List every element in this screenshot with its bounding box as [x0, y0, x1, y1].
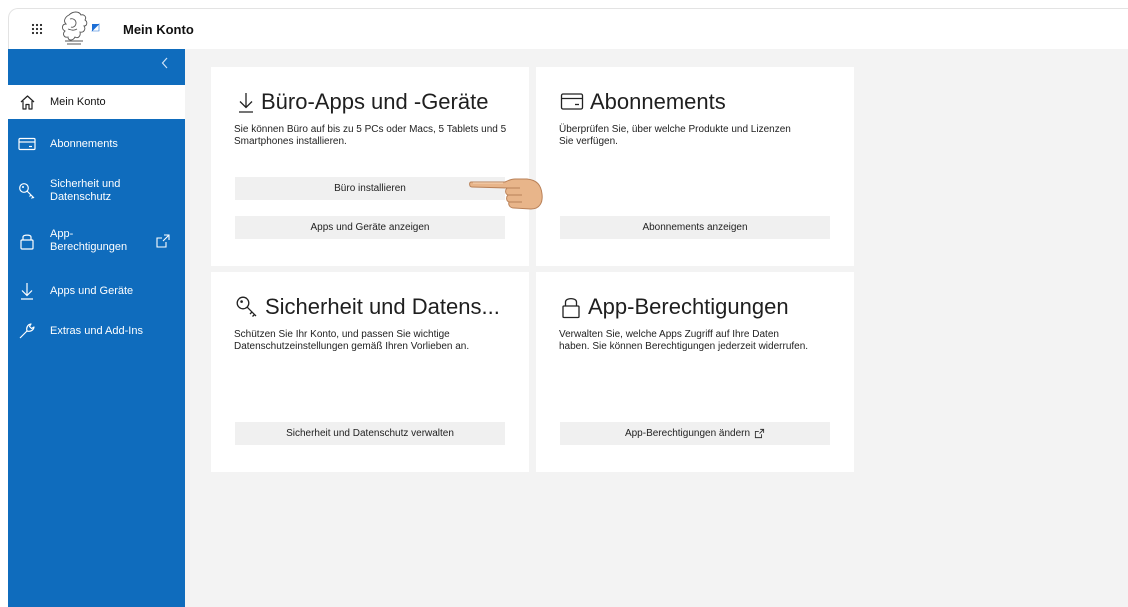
card-title: Abonnements [560, 89, 726, 115]
card-app-permissions: App-Berechtigungen Verwalten Sie, welche… [536, 272, 854, 472]
label-line-1: App- [50, 228, 74, 240]
sidebar-item-mein-konto[interactable]: Mein Konto [8, 85, 185, 119]
label-line-2: Datenschutz [50, 191, 112, 203]
card-description: Überprüfen Sie, über welche Produkte und… [559, 124, 791, 147]
card-description: Verwalten Sie, welche Apps Zugriff auf I… [559, 329, 809, 352]
sidebar-item-label: Mein Konto [50, 95, 106, 108]
pointing-hand-emoji [467, 172, 545, 214]
install-office-button[interactable]: Büro installieren [235, 177, 505, 200]
sidebar-item-label: Apps und Geräte [50, 284, 134, 297]
view-subscriptions-button[interactable]: Abonnements anzeigen [560, 216, 830, 239]
label-line-1: Sicherheit und [50, 178, 121, 190]
key-icon [18, 182, 36, 200]
card-title-text: Abonnements [590, 89, 726, 114]
app-title: Mein Konto [123, 21, 194, 37]
chevron-left-icon [161, 56, 169, 74]
card-icon [18, 135, 36, 153]
zurich-logo[interactable] [59, 9, 109, 49]
sidebar-item-extras[interactable]: Extras und Add-Ins [8, 317, 185, 345]
download-icon [237, 90, 255, 114]
change-app-permissions-button[interactable]: App-Berechtigungen ändern [560, 422, 830, 445]
sidebar-item-app-berechtigungen[interactable]: App- Berechtigungen [8, 221, 185, 261]
button-label: App-Berechtigungen ändern [624, 428, 751, 439]
card-title: Büro-Apps und -Geräte [237, 89, 488, 115]
lock-icon [560, 295, 582, 319]
external-link-icon [754, 428, 765, 439]
card-office-apps: Büro-Apps und -Geräte Sie können Büro au… [211, 67, 529, 266]
wrench-icon [18, 322, 36, 340]
card-description: Schützen Sie Ihr Konto, und passen Sie w… [234, 329, 470, 352]
collapse-sidebar-button[interactable] [155, 55, 175, 75]
card-title: App-Berechtigungen [560, 294, 789, 320]
card-title-text: Büro-Apps und -Geräte [261, 89, 489, 114]
home-icon [18, 93, 36, 111]
download-icon [18, 282, 36, 300]
sidebar-item-abonnements[interactable]: Abonnements [8, 129, 185, 159]
card-title-text: App-Berechtigungen [588, 294, 789, 319]
waffle-icon[interactable] [21, 13, 53, 45]
card-security-privacy: Sicherheit und Datens... Schützen Sie Ih… [211, 272, 529, 472]
card-subscriptions: Abonnements Überprüfen Sie, über welche … [536, 67, 854, 266]
top-header: Mein Konto [8, 8, 1128, 49]
sidebar-item-sicherheit[interactable]: Sicherheit und Datenschutz [8, 171, 185, 211]
card-icon [560, 92, 584, 112]
sidebar-item-label: App- Berechtigungen [50, 228, 127, 254]
sidebar-item-apps-und-geraete[interactable]: Apps und Geräte [8, 277, 185, 305]
main-content: Büro-Apps und -Geräte Sie können Büro au… [185, 49, 1128, 607]
external-link-icon [155, 233, 171, 252]
card-title-text: Sicherheit und Datens... [265, 294, 500, 319]
lock-icon [18, 232, 36, 250]
card-title: Sicherheit und Datens... [235, 294, 500, 320]
sidebar-item-label: Sicherheit und Datenschutz [50, 178, 120, 204]
app-window: Mein Konto Mein Konto Abonnements Sicher… [0, 0, 1128, 607]
sidebar: Mein Konto Abonnements Sicherheit und Da… [8, 49, 185, 607]
sidebar-item-label: Abonnements [50, 137, 118, 150]
sidebar-item-label: Extras und Add-Ins [50, 324, 143, 337]
key-icon [235, 295, 259, 319]
label-line-2: Berechtigungen [50, 241, 128, 253]
manage-security-privacy-button[interactable]: Sicherheit und Datenschutz verwalten [235, 422, 505, 445]
view-apps-devices-button[interactable]: Apps und Geräte anzeigen [235, 216, 505, 239]
card-description: Sie können Büro auf bis zu 5 PCs oder Ma… [234, 124, 507, 147]
